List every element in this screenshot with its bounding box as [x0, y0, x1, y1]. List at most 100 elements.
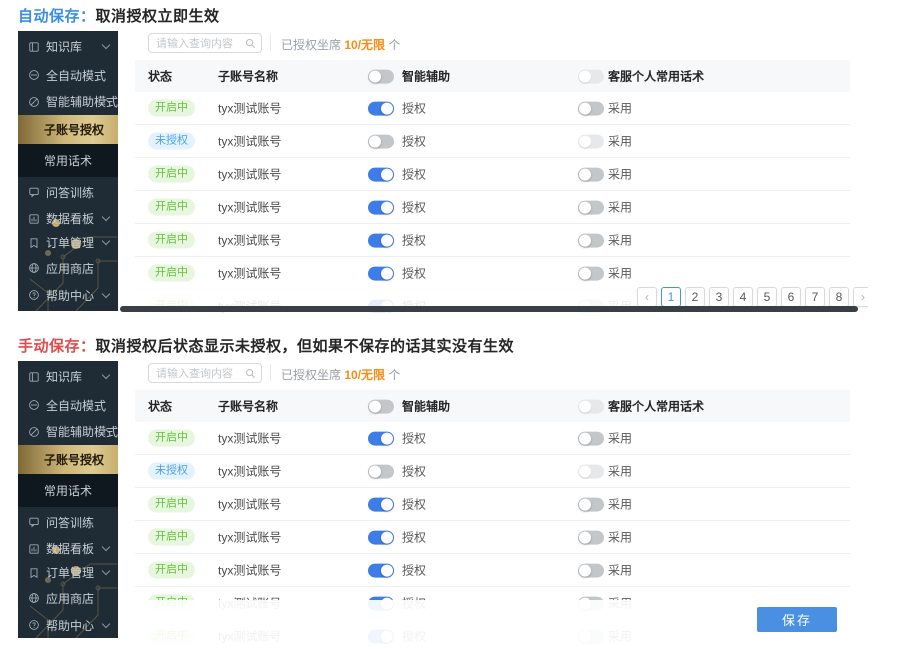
sidebar-item-全自动模式[interactable]: 全自动模式 — [18, 392, 118, 418]
adopt-toggle[interactable] — [578, 167, 604, 181]
auto-save-panel: 自动保存：取消授权立即生效 知识库全自动模式智能辅助模式子账号授权常用话术问答训… — [0, 0, 900, 330]
status-badge: 未授权 — [148, 463, 195, 480]
adopt-toggle[interactable] — [578, 233, 604, 247]
title-highlight: 手动保存： — [18, 338, 96, 355]
pagination: ‹12345678› — [637, 287, 868, 307]
adopt-toggle[interactable] — [578, 101, 604, 115]
account-name: tyx测试账号 — [218, 232, 281, 249]
authorize-toggle[interactable] — [368, 233, 394, 247]
pagination-page-5[interactable]: 5 — [757, 287, 777, 307]
pagination-page-2[interactable]: 2 — [685, 287, 705, 307]
sidebar-item-帮助中心[interactable]: 帮助中心 — [18, 281, 118, 309]
adopt-label: 采用 — [608, 166, 632, 183]
search-icon[interactable] — [245, 38, 256, 49]
adopt-toggle[interactable] — [578, 563, 604, 577]
pagination-page-7[interactable]: 7 — [805, 287, 825, 307]
status-badge: 开启中 — [148, 529, 195, 546]
pagination-page-6[interactable]: 6 — [781, 287, 801, 307]
sidebar-item-订单管理[interactable]: 订单管理 — [18, 560, 118, 585]
authorize-toggle[interactable] — [368, 134, 394, 148]
authorize-toggle[interactable] — [368, 530, 394, 544]
authorize-toggle[interactable] — [368, 431, 394, 445]
sidebar-item-知识库[interactable]: 知识库 — [18, 31, 118, 62]
search-input[interactable] — [156, 366, 242, 382]
table-row: 开启中tyx测试账号授权采用 — [135, 92, 850, 125]
account-name: tyx测试账号 — [218, 199, 281, 216]
authorize-toggle[interactable] — [368, 563, 394, 577]
search-icon[interactable] — [245, 368, 256, 379]
assist-mode-icon — [28, 96, 40, 108]
authorize-label: 授权 — [402, 166, 426, 183]
dashboard-icon — [28, 213, 40, 225]
book-icon — [28, 41, 40, 53]
adopt-toggle[interactable] — [578, 530, 604, 544]
sidebar-item-应用商店[interactable]: 应用商店 — [18, 255, 118, 281]
sidebar-item-常用话术[interactable]: 常用话术 — [18, 474, 118, 507]
sidebar-item-问答训练[interactable]: 问答训练 — [18, 177, 118, 207]
adopt-label: 采用 — [608, 265, 632, 282]
search-input[interactable] — [156, 36, 242, 52]
sidebar-item-订单管理[interactable]: 订单管理 — [18, 230, 118, 255]
sidebar-item-label: 问答训练 — [46, 184, 94, 201]
sidebar-item-常用话术[interactable]: 常用话术 — [18, 144, 118, 177]
account-name: tyx测试账号 — [218, 463, 281, 480]
adopt-toggle[interactable] — [578, 266, 604, 280]
table-row: 开启中tyx测试账号授权采用 — [135, 422, 850, 455]
adopt-toggle[interactable] — [578, 431, 604, 445]
sidebar-item-子账号授权[interactable]: 子账号授权 — [18, 445, 118, 474]
authorize-toggle[interactable] — [368, 101, 394, 115]
authorize-toggle[interactable] — [368, 497, 394, 511]
sidebar-item-应用商店[interactable]: 应用商店 — [18, 585, 118, 611]
horizontal-scrollbar[interactable] — [120, 306, 858, 312]
col-assist: 智能辅助 — [402, 398, 450, 415]
panel-title: 手动保存：取消授权后状态显示未授权，但如果不保存的话其实没有生效 — [18, 335, 514, 356]
sidebar-item-问答训练[interactable]: 问答训练 — [18, 507, 118, 537]
sidebar-item-label: 订单管理 — [46, 564, 94, 581]
col-phrases: 客服个人常用话术 — [608, 398, 704, 415]
sidebar-item-全自动模式[interactable]: 全自动模式 — [18, 62, 118, 88]
save-button[interactable]: 保存 — [757, 607, 837, 632]
adopt-toggle[interactable] — [578, 497, 604, 511]
pagination-page-4[interactable]: 4 — [733, 287, 753, 307]
authorize-toggle[interactable] — [368, 167, 394, 181]
pagination-prev-icon[interactable]: ‹ — [637, 287, 657, 307]
authorize-toggle[interactable] — [368, 200, 394, 214]
sidebar-item-数据看板[interactable]: 数据看板 — [18, 537, 118, 560]
adopt-label: 采用 — [608, 562, 632, 579]
authorize-toggle[interactable] — [368, 464, 394, 478]
pagination-next-icon[interactable]: › — [853, 287, 868, 307]
authorize-toggle[interactable] — [368, 266, 394, 280]
status-badge: 开启中 — [148, 232, 195, 249]
adopt-toggle[interactable] — [578, 200, 604, 214]
sidebar-item-子账号授权[interactable]: 子账号授权 — [18, 115, 118, 144]
sidebar-item-数据看板[interactable]: 数据看板 — [18, 207, 118, 230]
sidebar: 知识库全自动模式智能辅助模式子账号授权常用话术问答训练数据看板订单管理应用商店帮… — [18, 31, 118, 311]
assist-master-toggle[interactable] — [368, 399, 394, 413]
authorized-seats: 已授权坐席 10/无限 个 — [281, 366, 400, 383]
adopt-label: 采用 — [608, 496, 632, 513]
sidebar-item-知识库[interactable]: 知识库 — [18, 361, 118, 392]
sidebar-item-label: 知识库 — [46, 368, 82, 385]
adopt-toggle[interactable] — [578, 134, 604, 148]
sidebar-item-帮助中心[interactable]: 帮助中心 — [18, 611, 118, 638]
assist-master-toggle[interactable] — [368, 69, 394, 83]
authorize-label: 授权 — [402, 430, 426, 447]
pagination-page-1[interactable]: 1 — [661, 287, 681, 307]
adopt-label: 采用 — [608, 430, 632, 447]
pagination-page-8[interactable]: 8 — [829, 287, 849, 307]
authorize-label: 授权 — [402, 529, 426, 546]
sidebar-item-label: 帮助中心 — [46, 287, 94, 304]
order-icon — [28, 237, 40, 249]
sidebar-item-智能辅助模式[interactable]: 智能辅助模式 — [18, 418, 118, 445]
phrases-master-toggle[interactable] — [578, 69, 604, 83]
account-name: tyx测试账号 — [218, 430, 281, 447]
seats-value: 10/无限 — [344, 38, 385, 52]
adopt-label: 采用 — [608, 529, 632, 546]
assist-mode-icon — [28, 426, 40, 438]
status-badge: 开启中 — [148, 199, 195, 216]
pagination-page-3[interactable]: 3 — [709, 287, 729, 307]
adopt-toggle[interactable] — [578, 464, 604, 478]
phrases-master-toggle[interactable] — [578, 399, 604, 413]
sidebar-item-智能辅助模式[interactable]: 智能辅助模式 — [18, 88, 118, 115]
panel-title: 自动保存：取消授权立即生效 — [18, 5, 220, 26]
